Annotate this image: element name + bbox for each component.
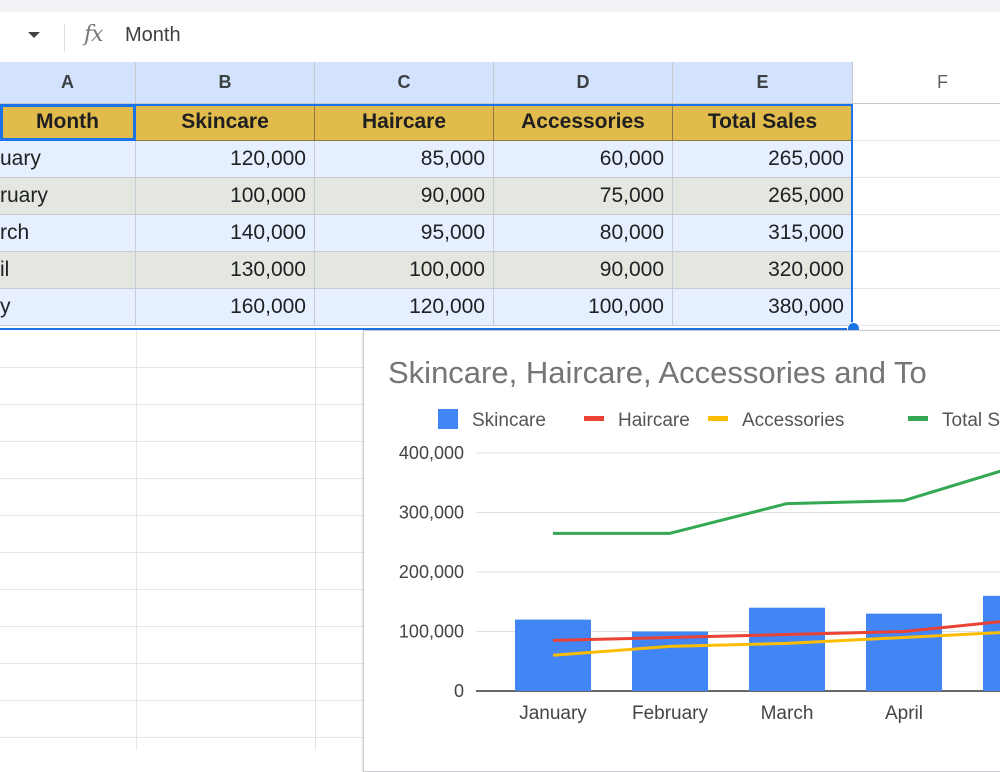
header-cell-skincare[interactable]: Skincare [136,104,315,141]
column-header-b[interactable]: B [136,62,315,104]
legend-label: Skincare [472,410,546,431]
column-header-c[interactable]: C [315,62,494,104]
table-cell[interactable]: 80,000 [494,215,673,252]
chart-x-axis: January February March April [519,703,923,724]
table-cell-month[interactable]: uary [0,141,136,178]
y-tick-label: 0 [454,681,464,701]
table-cell[interactable]: 265,000 [673,141,853,178]
y-tick-label: 100,000 [399,622,464,642]
table-cell[interactable]: 380,000 [673,289,853,326]
window-top-strip [0,0,1000,12]
bar-skincare[interactable] [749,607,825,691]
legend-swatch [908,416,928,421]
legend-swatch [438,409,458,429]
y-tick-label: 300,000 [399,503,464,523]
line-total-s[interactable] [553,465,1000,535]
formula-bar: fx Month [0,12,1000,63]
legend-label: Haircare [618,410,690,431]
table-cell[interactable]: 120,000 [315,289,494,326]
table-cell[interactable]: 320,000 [673,252,853,289]
column-header-a[interactable]: A [0,62,136,104]
formula-bar-divider [64,24,65,52]
grid-line [136,330,137,750]
table-cell-month[interactable]: rch [0,215,136,252]
legend-swatch [708,416,728,421]
table-cell[interactable]: 100,000 [315,252,494,289]
table-cell-month[interactable]: ruary [0,178,136,215]
table-cell[interactable]: 265,000 [673,178,853,215]
embedded-chart[interactable]: Skincare, Haircare, Accessories and To S… [363,330,1000,772]
empty-cell[interactable] [853,141,1000,178]
legend-item-haircare[interactable]: Haircare [584,410,690,431]
empty-cell[interactable] [853,215,1000,252]
chart-canvas: Skincare, Haircare, Accessories and To S… [388,355,1000,724]
empty-cell[interactable] [853,178,1000,215]
empty-cell[interactable] [853,104,1000,141]
column-header-f[interactable]: F [853,62,1000,104]
table-cell[interactable]: 90,000 [494,252,673,289]
table-cell[interactable]: 130,000 [136,252,315,289]
grid-line [315,330,316,750]
bar-skincare[interactable] [866,613,942,691]
chart-legend[interactable]: Skincare Haircare Accessories Total S [438,409,1000,431]
column-header-d[interactable]: D [494,62,673,104]
bar-skincare[interactable] [632,631,708,692]
empty-cell[interactable] [853,289,1000,326]
x-tick-label: April [885,703,923,724]
y-tick-label: 400,000 [399,443,464,463]
table-cell[interactable]: 90,000 [315,178,494,215]
header-cell-total-sales[interactable]: Total Sales [673,104,853,141]
chart-title: Skincare, Haircare, Accessories and To [388,355,927,390]
x-tick-label: March [761,703,814,724]
table-cell[interactable]: 100,000 [136,178,315,215]
y-tick-label: 200,000 [399,562,464,582]
fx-icon: fx [84,22,104,47]
legend-item-skincare[interactable]: Skincare [438,409,546,431]
table-cell[interactable]: 160,000 [136,289,315,326]
table-cell[interactable]: 120,000 [136,141,315,178]
legend-item-accessories[interactable]: Accessories [708,410,844,431]
table-cell[interactable]: 95,000 [315,215,494,252]
legend-item-total-s[interactable]: Total S [908,410,1000,431]
x-tick-label: January [519,703,587,724]
legend-label: Total S [942,410,1000,431]
table-cell[interactable]: 60,000 [494,141,673,178]
table-cell[interactable]: 75,000 [494,178,673,215]
column-header-e[interactable]: E [673,62,853,104]
table-cell-month[interactable]: y [0,289,136,326]
table-cell-month[interactable]: il [0,252,136,289]
legend-label: Accessories [742,410,844,431]
formula-input[interactable]: Month [125,24,181,47]
header-cell-accessories[interactable]: Accessories [494,104,673,141]
header-cell-month[interactable]: Month [0,104,136,141]
table-cell[interactable]: 140,000 [136,215,315,252]
x-tick-label: February [632,703,709,724]
bar-skincare[interactable] [983,595,1000,691]
header-cell-haircare[interactable]: Haircare [315,104,494,141]
table-cell[interactable]: 100,000 [494,289,673,326]
table-cell[interactable]: 315,000 [673,215,853,252]
name-box-dropdown-icon[interactable] [28,32,40,38]
empty-cell[interactable] [853,252,1000,289]
table-cell[interactable]: 85,000 [315,141,494,178]
legend-swatch [584,416,604,421]
